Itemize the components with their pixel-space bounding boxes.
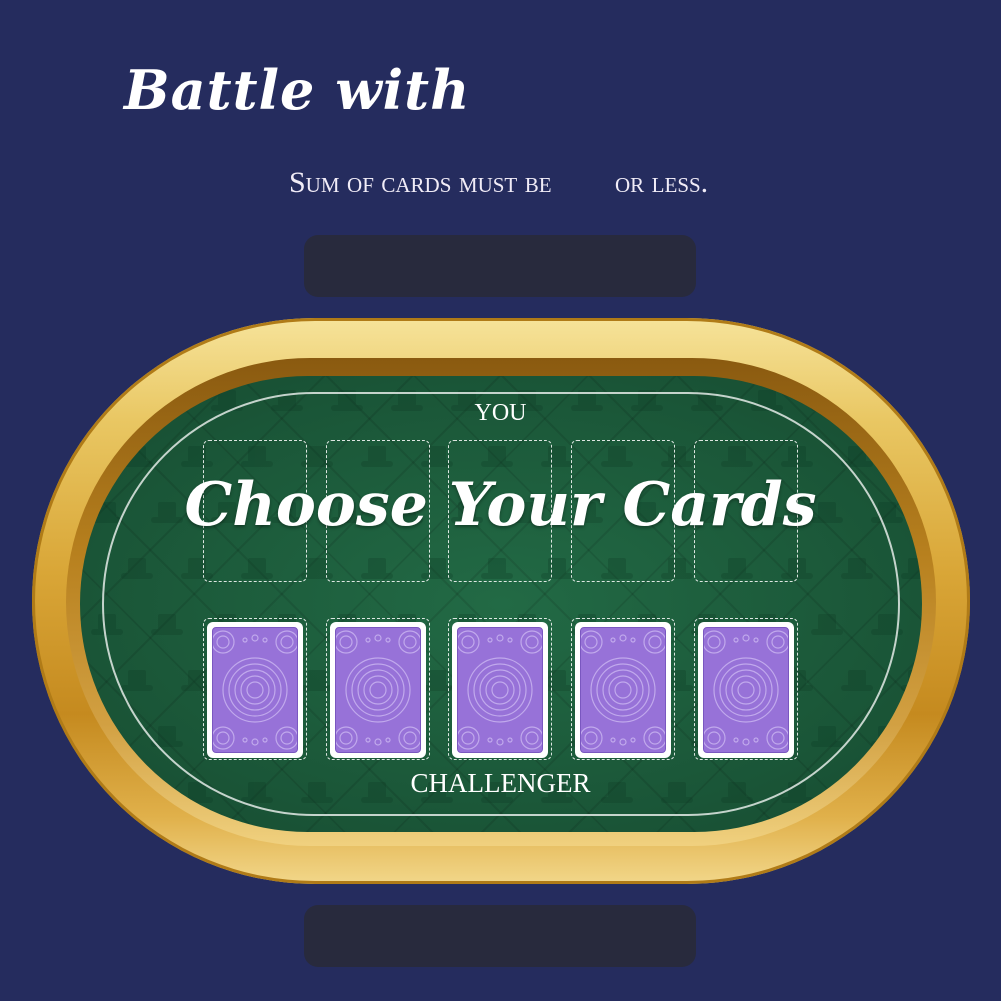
player-card-back[interactable] (575, 622, 671, 758)
top-hat-icon (900, 556, 922, 582)
choose-cards-prompt: Choose Your Cards (184, 470, 817, 540)
player-label: CHALLENGER (410, 768, 591, 798)
opponent-info-bar (304, 235, 696, 297)
player-card-back[interactable] (698, 622, 794, 758)
top-hat-icon (900, 668, 922, 694)
top-hat-icon (120, 444, 154, 470)
top-hat-icon (90, 724, 124, 750)
player-card-back[interactable] (330, 622, 426, 758)
rule-suffix: or less. (615, 166, 709, 199)
card-back-pattern (457, 627, 543, 753)
player-card-back[interactable] (207, 622, 303, 758)
rule-prefix: Sum of cards must be (289, 166, 552, 199)
card-back-pattern (212, 627, 298, 753)
card-back-pattern (703, 627, 789, 753)
player-info-bar (304, 905, 696, 967)
page-title: Battle with (124, 58, 471, 122)
card-back-pattern (580, 627, 666, 753)
opponent-label: YOU (474, 400, 527, 426)
card-back-pattern (335, 627, 421, 753)
player-card-back[interactable] (452, 622, 548, 758)
top-hat-icon (870, 724, 904, 750)
top-hat-icon (900, 444, 922, 470)
